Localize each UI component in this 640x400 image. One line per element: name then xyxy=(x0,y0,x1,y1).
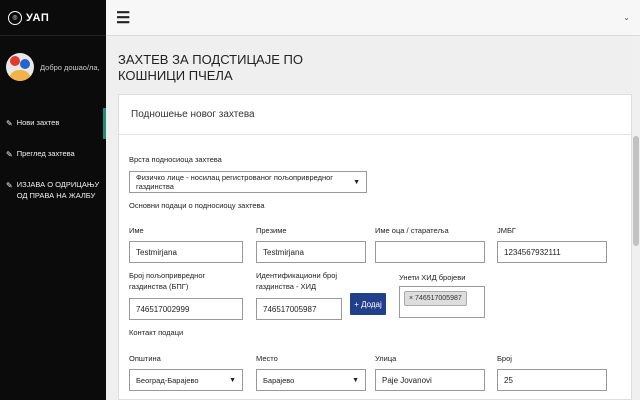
chevron-down-icon[interactable]: ⌄ xyxy=(623,13,630,22)
bpg-input[interactable]: 746517002999 xyxy=(129,298,243,320)
parent-name-input[interactable] xyxy=(375,241,485,263)
sidebar-nav: ✎ Нови захтев ✎ Преглед захтева ✎ ИЗЈАВА… xyxy=(0,108,106,211)
add-hid-button[interactable]: + Додај xyxy=(350,293,386,315)
main-content: ЗАХТЕВ ЗА ПОДСТИЦАЈЕ ПО КОШНИЦИ ПЧЕЛА По… xyxy=(106,36,632,400)
jmbg-input[interactable]: 1234567932111 xyxy=(497,241,607,263)
select-value: Београд-Барајево xyxy=(136,375,199,385)
select-value: Физичко лице - носилац регистрованог пољ… xyxy=(136,173,334,191)
top-bar: ☰ ⌄ xyxy=(106,0,640,36)
number-label: Број xyxy=(497,354,512,363)
municipality-select[interactable]: Београд-Барајево ▼ xyxy=(129,369,243,391)
municipality-label: Општина xyxy=(129,354,161,363)
dropdown-arrow-icon: ▼ xyxy=(352,376,359,384)
section-basic-title: Основни подаци о подносиоцу захтева xyxy=(129,201,265,210)
parent-name-label: Име оца / старатеља xyxy=(375,226,449,235)
page-scrollbar[interactable] xyxy=(632,36,640,400)
dropdown-arrow-icon: ▼ xyxy=(353,178,360,186)
scrollbar-thumb[interactable] xyxy=(633,136,639,246)
hid-entered-label: Унети ХИД бројеви xyxy=(399,273,466,282)
sidebar-item-new-request[interactable]: ✎ Нови захтев xyxy=(0,108,106,140)
surname-input[interactable]: Testmirjana xyxy=(256,241,366,263)
sidebar-item-waiver-statement[interactable]: ✎ ИЗЈАВА О ОДРИЦАЊУ ОД ПРАВА НА ЖАЛБУ xyxy=(0,170,106,211)
surname-label: Презиме xyxy=(256,226,287,235)
section-contact-title: Контакт подаци xyxy=(129,328,184,337)
hid-input[interactable]: 746517005987 xyxy=(256,298,342,320)
submitter-type-label: Врста подносиоца захтева xyxy=(129,155,222,164)
edit-icon: ✎ xyxy=(6,119,13,128)
hid-label: Идентификациони број газдинства - ХИД xyxy=(256,271,338,291)
greeting-text: Добро дошао/ла, xyxy=(40,62,100,72)
brand[interactable]: ◎ УАП xyxy=(0,0,106,36)
sidebar-item-label: Нови захтев xyxy=(16,118,60,127)
place-label: Место xyxy=(256,354,278,363)
user-panel: Добро дошао/ла, xyxy=(0,36,106,98)
sidebar-item-label: ИЗЈАВА О ОДРИЦАЊУ ОД ПРАВА НА ЖАЛБУ xyxy=(16,180,100,200)
street-input[interactable]: Pajе Jovanovi xyxy=(375,369,485,391)
place-select[interactable]: Барајево ▼ xyxy=(256,369,366,391)
bpg-label: Број пољопривредног газдинства (БПГ) xyxy=(129,271,206,291)
hid-tag[interactable]: × 746517005987 xyxy=(404,291,467,306)
avatar xyxy=(6,53,34,81)
menu-toggle-icon[interactable]: ☰ xyxy=(116,8,130,28)
street-label: Улица xyxy=(375,354,397,363)
edit-icon: ✎ xyxy=(6,150,13,160)
select-value: Барајево xyxy=(263,375,295,385)
name-label: Име xyxy=(129,226,144,235)
page-title: ЗАХТЕВ ЗА ПОДСТИЦАЈЕ ПО КОШНИЦИ ПЧЕЛА xyxy=(118,52,303,83)
sidebar-item-review-requests[interactable]: ✎ Преглед захтева xyxy=(0,139,106,170)
sidebar: ◎ УАП Добро дошао/ла, ✎ Нови захтев ✎ Пр… xyxy=(0,0,106,400)
hid-tags-box[interactable]: × 746517005987 xyxy=(399,286,485,318)
brand-title: УАП xyxy=(26,11,50,24)
sidebar-item-label: Преглед захтева xyxy=(16,149,75,159)
request-form-card: Подношење новог захтева Врста подносиоца… xyxy=(118,94,632,400)
dropdown-arrow-icon: ▼ xyxy=(229,376,236,384)
submitter-type-select[interactable]: Физичко лице - носилац регистрованог пољ… xyxy=(129,171,367,193)
number-input[interactable]: 25 xyxy=(497,369,607,391)
card-title: Подношење новог захтева xyxy=(119,95,631,135)
name-input[interactable]: Testmirjana xyxy=(129,241,243,263)
edit-icon: ✎ xyxy=(6,181,13,191)
logo-icon: ◎ xyxy=(8,10,22,25)
jmbg-label: ЈМБГ xyxy=(497,226,516,235)
